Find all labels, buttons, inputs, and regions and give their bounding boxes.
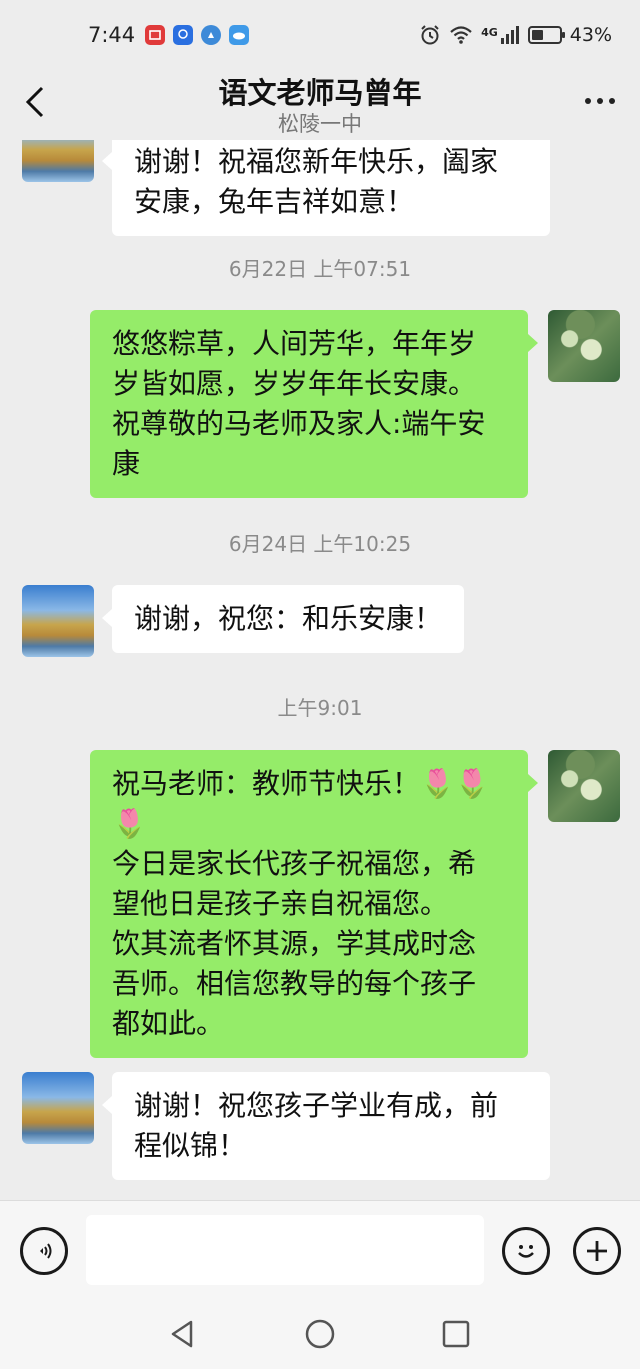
alarm-icon xyxy=(421,25,439,45)
contact-avatar[interactable] xyxy=(22,140,94,182)
voice-button[interactable] xyxy=(20,1227,68,1275)
more-button[interactable] xyxy=(578,86,622,116)
nav-home-button[interactable] xyxy=(302,1316,338,1352)
emoji-button[interactable] xyxy=(502,1227,550,1275)
message-bubble-incoming[interactable]: 谢谢！祝福您新年快乐，阖家 安康，兔年吉祥如意！ xyxy=(102,140,550,236)
my-avatar[interactable] xyxy=(548,310,620,382)
message-bubble-incoming[interactable]: 谢谢，祝您：和乐安康！ xyxy=(101,585,465,653)
wifi-icon xyxy=(450,26,472,44)
chat-title: 语文老师马曾年 xyxy=(218,76,422,110)
signal-icon xyxy=(500,26,519,44)
status-bar: 7:44 4G 43% xyxy=(0,0,640,70)
circle-home-icon xyxy=(305,1319,335,1349)
notification-bulb-icon xyxy=(173,25,194,45)
input-bar xyxy=(0,1200,640,1300)
system-nav-bar xyxy=(0,1300,640,1369)
nav-back-button[interactable] xyxy=(165,1316,201,1352)
message-timestamp: 上午9:01 xyxy=(277,696,363,720)
message-input[interactable] xyxy=(86,1215,484,1285)
message-bubble-outgoing[interactable]: 悠悠粽草，人间芳华，年年岁 岁皆如愿，岁岁年年长安康。 祝尊敬的马老师及家人:端… xyxy=(90,310,538,498)
plus-icon xyxy=(587,1241,607,1261)
message-bubble-outgoing[interactable]: 祝马老师：教师节快乐！🌷🌷 🌷 今日是家长代孩子祝福您，希 望他日是孩子亲自祝福… xyxy=(90,750,538,1058)
message-timestamp: 6月22日 上午07:51 xyxy=(228,257,412,281)
battery-icon xyxy=(527,26,565,44)
my-avatar[interactable] xyxy=(548,750,620,822)
contact-avatar[interactable] xyxy=(22,585,94,657)
voice-icon xyxy=(40,1243,52,1259)
notification-cloud-icon xyxy=(229,25,250,45)
status-right: 4G 43% xyxy=(419,24,612,46)
more-dots-icon xyxy=(585,98,591,104)
triangle-back-icon xyxy=(171,1320,193,1348)
contact-avatar[interactable] xyxy=(22,1072,94,1144)
notification-compass-icon xyxy=(201,25,222,45)
message-timestamp: 6月24日 上午10:25 xyxy=(228,532,412,556)
plus-button[interactable] xyxy=(573,1227,621,1275)
chat-subtitle: 松陵一中 xyxy=(278,112,362,136)
status-time: 7:44 xyxy=(88,23,136,47)
nav-recents-button[interactable] xyxy=(438,1316,474,1352)
message-bubble-incoming[interactable]: 谢谢！祝您孩子学业有成，前 程似锦！ xyxy=(102,1072,550,1180)
network-type: 4G xyxy=(481,26,498,39)
square-recents-icon xyxy=(442,1320,470,1348)
notification-app-icon xyxy=(145,25,166,45)
battery-percent: 43% xyxy=(569,24,612,46)
status-notification-icons xyxy=(145,25,250,45)
chat-header: 语文老师马曾年 松陵一中 xyxy=(0,64,640,144)
emoji-icon xyxy=(518,1245,534,1258)
message-list[interactable]: 谢谢！祝福您新年快乐，阖家 安康，兔年吉祥如意！ 6月22日 上午07:51 悠… xyxy=(0,140,640,1200)
